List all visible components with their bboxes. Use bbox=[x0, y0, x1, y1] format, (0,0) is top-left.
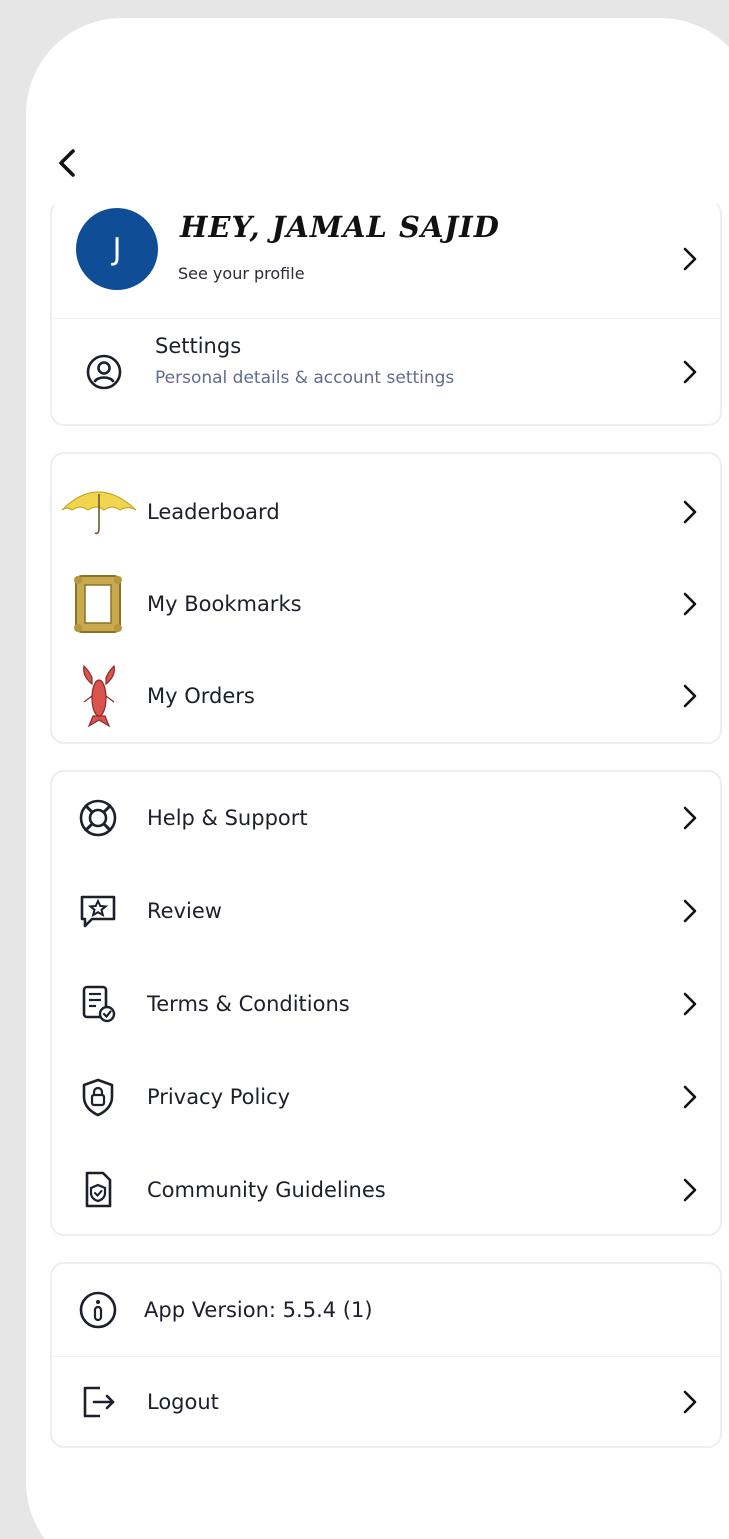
divider bbox=[52, 318, 720, 319]
menu-item-label: Review bbox=[147, 898, 222, 923]
document-check-icon bbox=[74, 980, 122, 1028]
logout-label: Logout bbox=[147, 1390, 219, 1414]
yellow-umbrella-icon bbox=[58, 480, 138, 544]
menu-item-leaderboard[interactable]: Leaderboard bbox=[52, 466, 720, 558]
chevron-right-icon bbox=[680, 589, 700, 619]
info-card: Help & Support Review Terms & Conditions… bbox=[50, 770, 722, 1236]
info-circle-icon bbox=[74, 1286, 122, 1334]
menu-item-label: My Bookmarks bbox=[147, 592, 302, 616]
chevron-right-icon bbox=[680, 1175, 700, 1205]
settings-title: Settings bbox=[155, 334, 242, 358]
chevron-right-icon bbox=[680, 989, 700, 1019]
avatar: J bbox=[76, 208, 158, 290]
app-version-row: App Version: 5.5.4 (1) bbox=[52, 1264, 720, 1356]
menu-item-label: My Orders bbox=[147, 684, 255, 708]
menu-item-community-guidelines[interactable]: Community Guidelines bbox=[52, 1143, 720, 1236]
chevron-right-icon bbox=[680, 244, 700, 274]
lobster-icon bbox=[74, 662, 124, 730]
star-message-icon bbox=[74, 887, 122, 935]
menu-item-my-bookmarks[interactable]: My Bookmarks bbox=[52, 558, 720, 650]
menu-item-terms-conditions[interactable]: Terms & Conditions bbox=[52, 957, 720, 1050]
chevron-right-icon bbox=[680, 1387, 700, 1417]
app-version-label: App Version: 5.5.4 (1) bbox=[144, 1298, 373, 1322]
menu-item-label: Community Guidelines bbox=[147, 1177, 386, 1202]
profile-subtitle: See your profile bbox=[178, 264, 305, 283]
chevron-right-icon bbox=[680, 803, 700, 833]
menu-item-label: Terms & Conditions bbox=[147, 991, 350, 1016]
chevron-right-icon bbox=[680, 1082, 700, 1112]
account-card: J HEY, JAMAL SAJID See your profile Sett… bbox=[50, 200, 722, 426]
back-button[interactable] bbox=[50, 142, 84, 184]
chevron-left-icon bbox=[59, 149, 75, 177]
menu-item-label: Privacy Policy bbox=[147, 1084, 291, 1109]
picture-frame-icon bbox=[68, 572, 128, 636]
logout-row[interactable]: Logout bbox=[52, 1356, 720, 1448]
profile-greeting: HEY, JAMAL SAJID bbox=[180, 210, 500, 244]
chevron-right-icon bbox=[680, 497, 700, 527]
menu-item-label: Leaderboard bbox=[147, 500, 280, 524]
menu-item-label: Help & Support bbox=[147, 806, 308, 830]
document-shield-icon bbox=[74, 1166, 122, 1214]
activity-card: Leaderboard My Bookmarks My Orders bbox=[50, 452, 722, 744]
shield-lock-icon bbox=[74, 1073, 122, 1121]
lifebuoy-icon bbox=[74, 794, 122, 842]
logout-icon bbox=[74, 1378, 122, 1426]
user-circle-icon bbox=[80, 348, 128, 396]
menu-item-privacy-policy[interactable]: Privacy Policy bbox=[52, 1050, 720, 1143]
profile-row[interactable]: J HEY, JAMAL SAJID See your profile bbox=[52, 202, 720, 316]
chevron-right-icon bbox=[680, 681, 700, 711]
menu-item-my-orders[interactable]: My Orders bbox=[52, 650, 720, 742]
chevron-right-icon bbox=[680, 357, 700, 387]
settings-row[interactable]: Settings Personal details & account sett… bbox=[52, 320, 720, 424]
settings-subtitle: Personal details & account settings bbox=[155, 368, 455, 388]
app-card: App Version: 5.5.4 (1) Logout bbox=[50, 1262, 722, 1448]
chevron-right-icon bbox=[680, 896, 700, 926]
menu-item-review[interactable]: Review bbox=[52, 864, 720, 957]
menu-item-help-support[interactable]: Help & Support bbox=[52, 772, 720, 864]
